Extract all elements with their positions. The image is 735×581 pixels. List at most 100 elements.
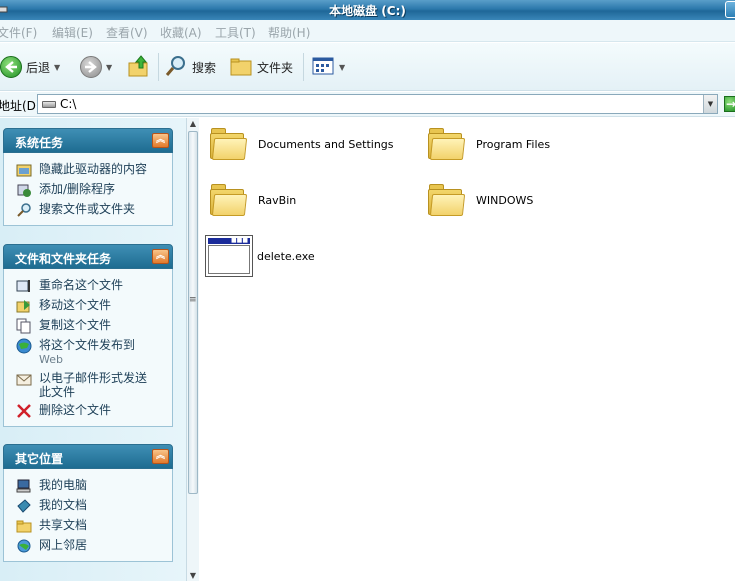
folders-button[interactable]: 文件夹 — [229, 43, 293, 91]
file-name: Documents and Settings — [258, 137, 394, 151]
vertical-scrollbar[interactable]: ▲ ≡ ▼ — [186, 118, 199, 581]
go-button[interactable]: → — [724, 96, 735, 112]
network-globe-icon — [15, 538, 32, 554]
folder-icon — [208, 125, 248, 163]
add-remove-programs-link[interactable]: 添加/删除程序 — [4, 180, 172, 200]
address-dropdown-button[interactable]: ▼ — [703, 95, 717, 113]
file-tasks-title: 文件和文件夹任务 — [15, 252, 112, 266]
system-tasks-header[interactable]: 系统任务 ︽ — [3, 128, 173, 153]
scroll-up-button[interactable]: ▲ — [187, 118, 199, 130]
collapse-chevron-icon[interactable]: ︽ — [152, 449, 169, 464]
forward-dropdown-icon[interactable]: ▼ — [106, 63, 112, 72]
toolbar: 后退 ▼ ▼ 搜索 文件夹 ▼ — [0, 43, 735, 91]
views-button[interactable]: ▼ — [311, 43, 345, 91]
task-pane: 系统任务 ︽ 隐藏此驱动器的内容 添加/删除程序 搜索文件或文件夹 文件和文件夹… — [0, 118, 186, 581]
menu-edit[interactable]: 编辑(E) — [52, 24, 93, 41]
my-documents-link[interactable]: 我的文档 — [4, 496, 172, 516]
other-places-panel: 其它位置 ︽ 我的电脑 我的文档 共享文档 网上邻居 — [3, 444, 173, 562]
delete-file-link[interactable]: 删除这个文件 — [4, 401, 172, 421]
folders-icon — [229, 54, 253, 81]
scroll-down-button[interactable]: ▼ — [187, 571, 199, 581]
link-label: 删除这个文件 — [39, 403, 112, 417]
link-label: 搜索文件或文件夹 — [39, 202, 136, 216]
other-places-header[interactable]: 其它位置 ︽ — [3, 444, 173, 469]
rename-file-link[interactable]: 重命名这个文件 — [4, 276, 172, 296]
shared-documents-link[interactable]: 共享文档 — [4, 516, 172, 536]
hide-drive-contents-link[interactable]: 隐藏此驱动器的内容 — [4, 160, 172, 180]
menu-view[interactable]: 查看(V) — [106, 24, 148, 41]
file-tasks-panel: 文件和文件夹任务 ︽ 重命名这个文件 移动这个文件 复制这个文件 将这个文件发布… — [3, 244, 173, 427]
other-places-title: 其它位置 — [15, 452, 64, 466]
back-dropdown-icon[interactable]: ▼ — [54, 63, 60, 72]
copy-file-link[interactable]: 复制这个文件 — [4, 316, 172, 336]
link-label: 隐藏此驱动器的内容 — [39, 162, 148, 176]
application-window-icon: ■■■ — [205, 235, 253, 277]
computer-icon — [15, 478, 32, 494]
file-item-folder[interactable]: RavBin — [208, 181, 296, 219]
folders-label: 文件夹 — [257, 60, 294, 75]
views-icon — [311, 54, 335, 81]
file-item-exe[interactable]: ■■■ delete.exe — [205, 235, 315, 277]
link-label-line2: 此文件 — [39, 385, 76, 399]
collapse-chevron-icon[interactable]: ︽ — [152, 133, 169, 148]
collapse-chevron-icon[interactable]: ︽ — [152, 249, 169, 264]
search-label: 搜索 — [192, 60, 217, 75]
forward-button[interactable]: ▼ — [80, 43, 112, 91]
up-button[interactable] — [127, 43, 151, 91]
toolbar-separator — [158, 53, 159, 81]
menu-help[interactable]: 帮助(H) — [268, 24, 310, 41]
search-button[interactable]: 搜索 — [164, 43, 216, 91]
up-folder-icon — [127, 54, 151, 81]
address-input[interactable]: C:\ ▼ — [37, 94, 718, 114]
link-label: 复制这个文件 — [39, 318, 112, 332]
address-label: 地址(D) — [0, 99, 41, 113]
system-tasks-title: 系统任务 — [15, 136, 64, 150]
file-tasks-header[interactable]: 文件和文件夹任务 ︽ — [3, 244, 173, 269]
email-file-link[interactable]: 以电子邮件形式发送 此文件 — [4, 369, 172, 401]
publish-to-web-link[interactable]: 将这个文件发布到 Web — [4, 336, 172, 369]
link-sublabel: Web — [39, 353, 63, 366]
network-places-link[interactable]: 网上邻居 — [4, 536, 172, 556]
forward-arrow-icon — [80, 56, 102, 78]
link-label: 将这个文件发布到 — [39, 338, 136, 352]
address-value: C:\ — [60, 97, 77, 111]
rename-icon — [15, 278, 32, 294]
address-bar: 地址(D) C:\ ▼ → — [0, 92, 735, 117]
window-title: 本地磁盘 (C:) — [329, 4, 406, 18]
link-label: 网上邻居 — [39, 538, 88, 552]
hide-contents-icon — [15, 162, 32, 178]
link-label: 以电子邮件形式发送 — [39, 371, 148, 385]
folder-icon — [426, 125, 466, 163]
folder-icon — [426, 181, 466, 219]
magnifier-icon — [15, 202, 32, 218]
link-label: 我的文档 — [39, 498, 88, 512]
back-button[interactable]: 后退 ▼ — [0, 43, 60, 91]
title-bar: 本地磁盘 (C:) — [0, 0, 735, 20]
file-list: Documents and Settings Program Files Rav… — [200, 118, 735, 581]
link-label: 共享文档 — [39, 518, 88, 532]
back-label: 后退 — [26, 60, 51, 75]
drive-icon — [42, 101, 56, 108]
globe-icon — [15, 338, 32, 354]
file-item-folder[interactable]: WINDOWS — [426, 181, 533, 219]
file-item-folder[interactable]: Program Files — [426, 125, 550, 163]
link-label: 我的电脑 — [39, 478, 88, 492]
search-files-link[interactable]: 搜索文件或文件夹 — [4, 200, 172, 220]
menu-file[interactable]: 文件(F) — [0, 24, 37, 41]
scroll-thumb[interactable] — [188, 131, 198, 494]
file-name: Program Files — [476, 137, 551, 151]
email-icon — [15, 371, 32, 387]
menu-favorites[interactable]: 收藏(A) — [160, 24, 202, 41]
link-label: 移动这个文件 — [39, 298, 112, 312]
menu-tools[interactable]: 工具(T) — [215, 24, 256, 41]
move-file-link[interactable]: 移动这个文件 — [4, 296, 172, 316]
my-computer-link[interactable]: 我的电脑 — [4, 476, 172, 496]
add-remove-programs-icon — [15, 182, 32, 198]
window-control-button[interactable] — [725, 1, 735, 18]
file-name: RavBin — [258, 193, 297, 207]
shared-folder-icon — [15, 518, 32, 534]
documents-icon — [15, 498, 32, 514]
magnifier-icon — [164, 54, 188, 81]
file-item-folder[interactable]: Documents and Settings — [208, 125, 394, 163]
views-dropdown-icon[interactable]: ▼ — [339, 63, 345, 72]
